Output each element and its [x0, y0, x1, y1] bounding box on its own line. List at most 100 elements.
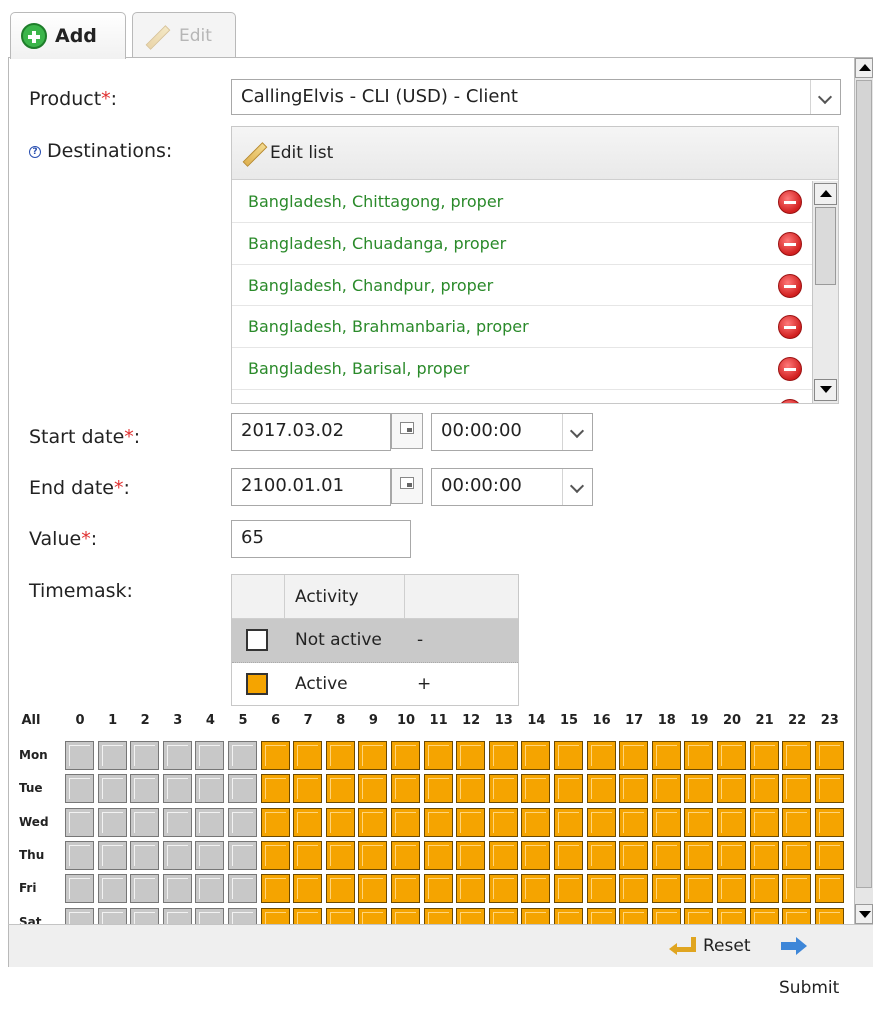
timemask-cell[interactable] [130, 874, 160, 904]
timemask-cell[interactable] [717, 840, 746, 870]
timemask-cell[interactable] [195, 840, 225, 870]
timemask-cell[interactable] [391, 907, 420, 924]
timemask-cell[interactable] [293, 774, 323, 804]
timemask-cell[interactable] [684, 741, 714, 770]
tab-add[interactable]: Add [10, 12, 126, 59]
timemask-cell[interactable] [456, 874, 486, 904]
day-label-thu[interactable]: Thu [19, 848, 44, 862]
hour-header-14[interactable]: 14 [525, 713, 547, 728]
hour-header-12[interactable]: 12 [460, 713, 482, 728]
end-date-input[interactable]: 2100.01.01 [231, 468, 391, 506]
legend-row-not-active[interactable]: Not active - [232, 619, 518, 663]
help-icon[interactable]: ? [29, 145, 41, 158]
timemask-cell[interactable] [814, 741, 844, 770]
timemask-cell[interactable] [749, 741, 779, 770]
timemask-cell[interactable] [619, 807, 649, 837]
timemask-cell[interactable] [293, 840, 323, 870]
timemask-cell[interactable] [65, 874, 94, 904]
timemask-cell[interactable] [814, 774, 844, 804]
timemask-cell[interactable] [325, 807, 355, 837]
timemask-cell[interactable] [97, 807, 127, 837]
timemask-cell[interactable] [423, 741, 453, 770]
timemask-cell[interactable] [586, 907, 616, 924]
remove-icon[interactable] [778, 315, 802, 340]
scroll-thumb[interactable] [815, 207, 836, 285]
timemask-cell[interactable] [651, 907, 681, 924]
timemask-cell[interactable] [554, 741, 583, 770]
reset-button[interactable]: Reset [669, 925, 751, 967]
end-time-dropdown-button[interactable] [562, 469, 592, 505]
timemask-cell[interactable] [195, 741, 225, 770]
timemask-cell[interactable] [293, 807, 323, 837]
timemask-cell[interactable] [391, 741, 420, 770]
destinations-scrollbar[interactable] [812, 181, 838, 403]
hour-header-15[interactable]: 15 [558, 713, 580, 728]
timemask-cell[interactable] [325, 840, 355, 870]
timemask-cell[interactable] [260, 840, 290, 870]
timemask-cell[interactable] [65, 774, 94, 804]
timemask-cell[interactable] [325, 874, 355, 904]
timemask-cell[interactable] [586, 840, 616, 870]
timemask-cell[interactable] [749, 807, 779, 837]
timemask-cell[interactable] [586, 774, 616, 804]
hour-header-19[interactable]: 19 [688, 713, 710, 728]
timemask-cell[interactable] [651, 874, 681, 904]
timemask-cell[interactable] [554, 840, 583, 870]
hour-header-17[interactable]: 17 [623, 713, 645, 728]
timemask-cell[interactable] [130, 741, 160, 770]
hour-header-5[interactable]: 5 [232, 713, 254, 728]
timemask-cell[interactable] [228, 840, 257, 870]
timemask-cell[interactable] [260, 907, 290, 924]
start-time-dropdown-button[interactable] [562, 414, 592, 450]
timemask-cell[interactable] [97, 774, 127, 804]
timemask-cell[interactable] [554, 907, 583, 924]
timemask-cell[interactable] [456, 907, 486, 924]
hour-header-6[interactable]: 6 [265, 713, 287, 728]
timemask-cell[interactable] [260, 741, 290, 770]
hour-header-2[interactable]: 2 [134, 713, 156, 728]
timemask-cell[interactable] [423, 874, 453, 904]
edit-list-button[interactable]: Edit list [232, 127, 838, 180]
timemask-cell[interactable] [717, 874, 746, 904]
remove-icon[interactable] [778, 190, 802, 214]
hour-header-7[interactable]: 7 [297, 713, 319, 728]
remove-icon[interactable] [778, 357, 802, 382]
timemask-cell[interactable] [488, 807, 518, 837]
timemask-cell[interactable] [717, 774, 746, 804]
timemask-cell[interactable] [521, 874, 551, 904]
scroll-down-arrow-icon[interactable] [814, 379, 837, 401]
timemask-cell[interactable] [651, 774, 681, 804]
timemask-cell[interactable] [684, 840, 714, 870]
remove-icon[interactable] [778, 231, 802, 256]
hour-header-4[interactable]: 4 [199, 713, 221, 728]
timemask-cell[interactable] [65, 741, 94, 770]
timemask-cell[interactable] [586, 874, 616, 904]
timemask-cell[interactable] [391, 774, 420, 804]
timemask-cell[interactable] [717, 807, 746, 837]
timemask-cell[interactable] [521, 774, 551, 804]
timemask-cell[interactable] [162, 774, 192, 804]
timemask-cell[interactable] [391, 807, 420, 837]
timemask-cell[interactable] [65, 807, 94, 837]
timemask-cell[interactable] [554, 774, 583, 804]
timemask-cell[interactable] [423, 774, 453, 804]
timemask-cell[interactable] [260, 774, 290, 804]
hour-header-9[interactable]: 9 [362, 713, 384, 728]
timemask-cell[interactable] [749, 840, 779, 870]
timemask-cell[interactable] [619, 907, 649, 924]
timemask-cell[interactable] [195, 807, 225, 837]
timemask-cell[interactable] [358, 907, 388, 924]
day-label-tue[interactable]: Tue [19, 781, 43, 795]
timemask-cell[interactable] [456, 741, 486, 770]
all-button[interactable]: All [19, 713, 43, 728]
hour-header-3[interactable]: 3 [167, 713, 189, 728]
timemask-cell[interactable] [162, 874, 192, 904]
timemask-cell[interactable] [619, 840, 649, 870]
timemask-cell[interactable] [554, 807, 583, 837]
timemask-cell[interactable] [325, 774, 355, 804]
timemask-cell[interactable] [488, 741, 518, 770]
timemask-cell[interactable] [195, 774, 225, 804]
timemask-cell[interactable] [130, 807, 160, 837]
timemask-cell[interactable] [162, 907, 192, 924]
timemask-cell[interactable] [619, 874, 649, 904]
